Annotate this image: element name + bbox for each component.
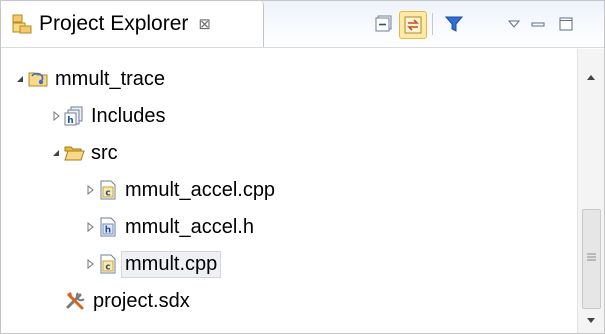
tree-item-file[interactable]: h mmult_accel.h	[83, 209, 254, 245]
tab-project-explorer[interactable]: Project Explorer ⊠	[1, 1, 264, 47]
tree-item-label: mmult.cpp	[121, 250, 222, 278]
tree-item-file-selected[interactable]: c mmult.cpp	[83, 246, 222, 282]
collapsed-arrow-icon[interactable]	[83, 220, 97, 234]
project-explorer-view: Project Explorer ⊠ mmult_trace h Include…	[0, 0, 605, 334]
collapse-all-button[interactable]	[371, 11, 397, 37]
project-folder-icon	[27, 68, 49, 90]
collapsed-arrow-icon[interactable]	[83, 183, 97, 197]
scroll-up-arrow-icon[interactable]	[578, 65, 604, 89]
maximize-icon	[559, 17, 573, 31]
tree-item-label: mmult_trace	[55, 67, 166, 90]
tree-item-sdx[interactable]: project.sdx	[65, 283, 190, 319]
maximize-button[interactable]	[553, 11, 579, 37]
view-menu-button[interactable]	[501, 11, 527, 37]
project-explorer-icon	[11, 13, 33, 35]
project-tree: mmult_trace h Includes src c mmult_accel…	[1, 49, 574, 333]
filter-button[interactable]	[441, 11, 467, 37]
tree-item-label: src	[91, 141, 118, 164]
cpp-file-icon: c	[97, 253, 119, 275]
tree-item-label: mmult_accel.cpp	[125, 178, 276, 201]
expanded-arrow-icon[interactable]	[49, 146, 63, 160]
vertical-scrollbar[interactable]	[577, 49, 604, 333]
svg-text:h: h	[105, 226, 111, 236]
collapse-all-icon	[375, 15, 392, 32]
svg-text:c: c	[105, 263, 110, 273]
expanded-arrow-icon[interactable]	[13, 72, 27, 86]
link-with-editor-button[interactable]	[399, 11, 427, 39]
view-title: Project Explorer	[39, 12, 189, 35]
collapsed-arrow-icon[interactable]	[49, 109, 63, 123]
scroll-down-arrow-icon[interactable]	[578, 309, 604, 333]
link-with-editor-icon	[404, 16, 422, 34]
sdx-tools-icon	[65, 290, 87, 312]
filter-icon	[445, 16, 463, 32]
minimize-icon	[531, 22, 545, 27]
header-file-icon: h	[97, 216, 119, 238]
toolbar-separator	[432, 13, 433, 35]
tree-item-label: mmult_accel.h	[125, 215, 254, 238]
includes-icon: h	[63, 105, 85, 127]
view-tab-bar: Project Explorer ⊠	[1, 1, 604, 48]
collapsed-arrow-icon[interactable]	[83, 257, 97, 271]
tree-item-label: project.sdx	[93, 289, 190, 312]
close-icon[interactable]: ⊠	[198, 15, 211, 33]
tree-item-src[interactable]: src	[49, 135, 118, 171]
svg-text:h: h	[67, 116, 73, 126]
svg-text:c: c	[105, 189, 110, 199]
tree-item-label: Includes	[91, 104, 166, 127]
folder-open-icon	[63, 142, 85, 164]
tree-item-file[interactable]: c mmult_accel.cpp	[83, 172, 275, 208]
tree-item-project[interactable]: mmult_trace	[13, 61, 165, 97]
scrollbar-thumb[interactable]	[582, 209, 601, 309]
minimize-button[interactable]	[525, 11, 551, 37]
cpp-file-icon: c	[97, 179, 119, 201]
tree-item-includes[interactable]: h Includes	[49, 98, 166, 134]
view-menu-icon	[507, 20, 521, 28]
